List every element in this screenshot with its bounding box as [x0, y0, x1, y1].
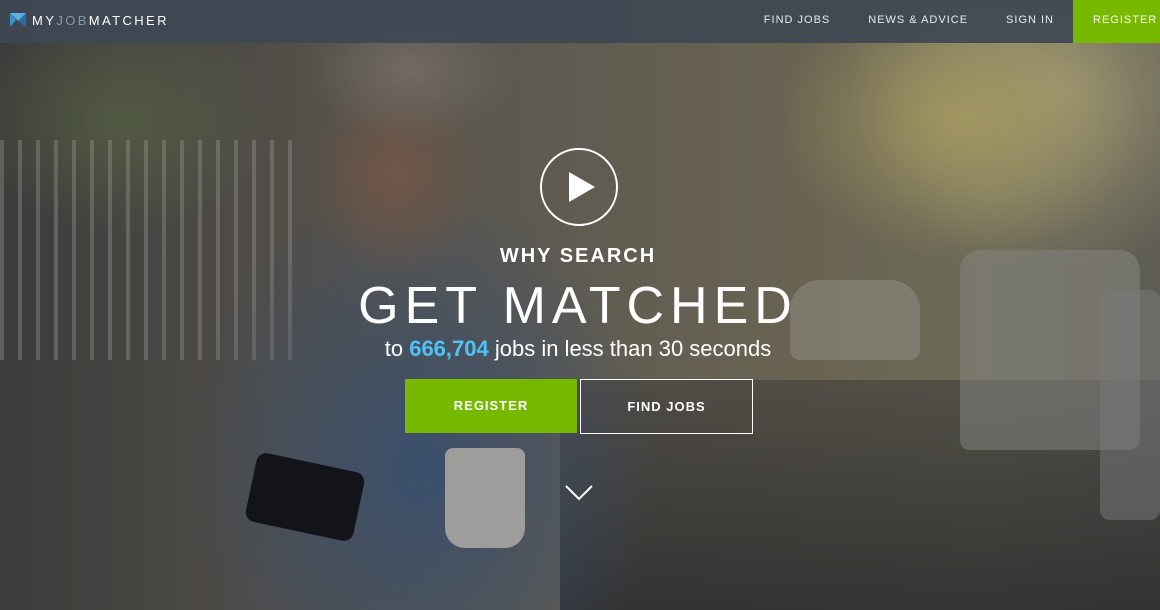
nav-register[interactable]: REGISTER: [1073, 0, 1160, 43]
chevron-down-icon[interactable]: [565, 485, 593, 501]
logo-icon: [10, 13, 26, 27]
nav-sign-in[interactable]: SIGN IN: [987, 0, 1073, 43]
nav-find-jobs[interactable]: FIND JOBS: [745, 0, 849, 43]
play-icon: [569, 172, 595, 202]
play-video-button[interactable]: [540, 148, 618, 226]
top-navbar: MYJOBMATCHER FIND JOBS NEWS & ADVICE SIG…: [0, 0, 1160, 43]
hero-eyebrow: WHY SEARCH: [499, 245, 657, 267]
brand-logo[interactable]: MYJOBMATCHER: [10, 12, 169, 28]
subline-suffix: jobs in less than 30 seconds: [488, 336, 772, 361]
register-button[interactable]: REGISTER: [405, 379, 577, 433]
nav-news-advice[interactable]: NEWS & ADVICE: [849, 0, 987, 43]
subline-prefix: to: [384, 336, 410, 361]
job-count: 666,704: [409, 336, 489, 361]
brand-name: MYJOBMATCHER: [32, 12, 169, 28]
main-nav: FIND JOBS NEWS & ADVICE SIGN IN REGISTER: [745, 0, 1160, 43]
hero-subline: to 666,704 jobs in less than 30 seconds: [340, 336, 816, 362]
find-jobs-button[interactable]: FIND JOBS: [580, 379, 753, 434]
hero-headline: GET MATCHED: [358, 277, 798, 335]
